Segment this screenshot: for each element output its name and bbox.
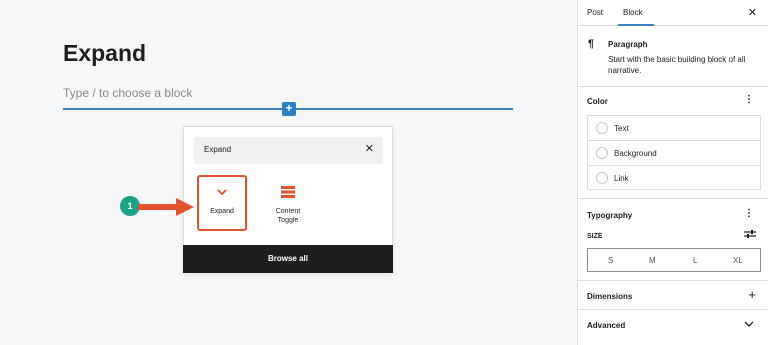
- editor-canvas: Expand Type / to choose a block + Expand…: [0, 0, 577, 345]
- color-options-list: Text Background Link: [587, 115, 761, 190]
- color-swatch: [596, 172, 608, 184]
- block-option-content-toggle[interactable]: Content Toggle: [263, 175, 313, 231]
- search-value: Expand: [204, 145, 232, 154]
- block-description: Start with the basic building block of a…: [608, 55, 746, 75]
- sidebar-tabs: Post Block ✕: [578, 0, 768, 26]
- block-search-input[interactable]: Expand ✕: [194, 137, 383, 164]
- font-size-settings-icon[interactable]: [744, 229, 756, 239]
- color-option-label: Link: [614, 174, 629, 183]
- typography-options-icon[interactable]: ⋮: [744, 209, 754, 219]
- divider: [578, 309, 768, 310]
- color-options-icon[interactable]: ⋮: [744, 95, 754, 105]
- font-size-label: SIZE: [587, 233, 603, 240]
- block-inserter-popover: Expand ✕ Expand Content Toggle Browse al…: [183, 126, 393, 273]
- block-name: Paragraph: [608, 40, 648, 49]
- chevron-down-icon[interactable]: [744, 320, 754, 328]
- post-title[interactable]: Expand: [63, 40, 146, 67]
- clear-search-icon[interactable]: ✕: [365, 142, 374, 155]
- step-number-badge: 1: [120, 196, 140, 216]
- chevron-down-icon: [199, 185, 245, 201]
- color-option-label: Text: [614, 124, 629, 133]
- block-placeholder[interactable]: Type / to choose a block: [63, 86, 192, 100]
- font-size-picker: S M L XL: [587, 248, 761, 272]
- color-option-link[interactable]: Link: [588, 166, 760, 191]
- dimensions-panel-title[interactable]: Dimensions: [587, 292, 632, 301]
- font-size-s[interactable]: S: [608, 256, 613, 265]
- browse-all-button[interactable]: Browse all: [183, 245, 393, 273]
- tab-block[interactable]: Block: [623, 8, 643, 17]
- block-option-label: Content Toggle: [275, 208, 301, 224]
- color-panel-title[interactable]: Color: [587, 97, 608, 106]
- color-option-text[interactable]: Text: [588, 116, 760, 141]
- font-size-xl[interactable]: XL: [733, 256, 743, 265]
- divider: [578, 280, 768, 281]
- color-swatch: [596, 147, 608, 159]
- font-size-l[interactable]: L: [693, 256, 697, 265]
- insert-block-button[interactable]: +: [282, 102, 296, 116]
- color-swatch: [596, 122, 608, 134]
- color-option-background[interactable]: Background: [588, 141, 760, 166]
- divider: [578, 198, 768, 199]
- close-sidebar-icon[interactable]: ✕: [748, 6, 757, 19]
- typography-panel-title[interactable]: Typography: [587, 211, 632, 220]
- block-option-expand[interactable]: Expand: [197, 175, 247, 231]
- color-option-label: Background: [614, 149, 657, 158]
- arrow-right-icon: [138, 198, 194, 216]
- settings-sidebar: Post Block ✕ ¶ Paragraph Start with the …: [577, 0, 768, 345]
- font-size-m[interactable]: M: [649, 256, 656, 265]
- content-toggle-icon: [265, 185, 311, 201]
- advanced-panel-title[interactable]: Advanced: [587, 321, 625, 330]
- paragraph-icon: ¶: [588, 38, 595, 50]
- add-dimension-icon[interactable]: +: [748, 287, 756, 302]
- tab-post[interactable]: Post: [587, 8, 603, 17]
- block-card: ¶ Paragraph Start with the basic buildin…: [578, 27, 768, 87]
- block-option-label: Expand: [210, 208, 234, 215]
- active-tab-indicator: [618, 24, 654, 26]
